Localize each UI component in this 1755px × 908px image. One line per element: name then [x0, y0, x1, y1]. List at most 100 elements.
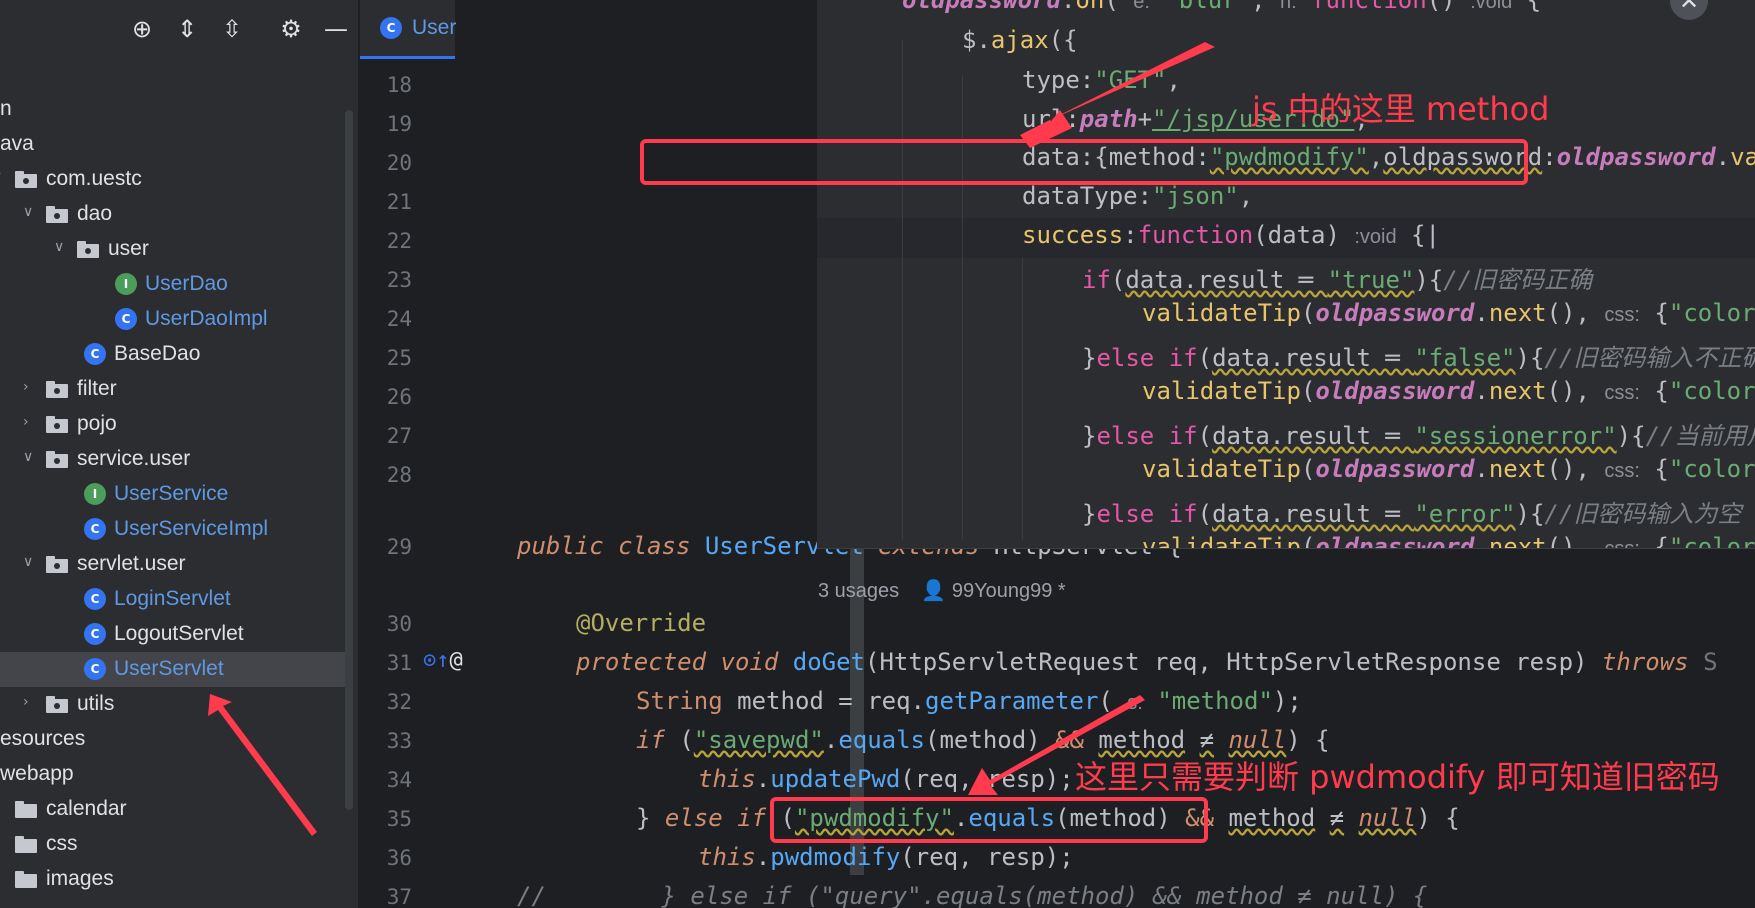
locate-icon[interactable]: ⊕: [127, 14, 157, 44]
tree-item-label: LoginServlet: [114, 587, 231, 610]
tab-userservlet[interactable]: C User: [360, 0, 456, 59]
tree-item[interactable]: › calendar: [0, 792, 345, 827]
tree-item[interactable]: › pojo: [0, 407, 345, 442]
folder-icon: [15, 836, 37, 853]
line-number: 29: [386, 535, 412, 559]
code-line: this.updatePwd(req, resp);: [698, 765, 1074, 793]
line-number: 21: [386, 190, 412, 214]
tree-item[interactable]: › utils: [0, 687, 345, 722]
line-number: 23: [386, 268, 412, 292]
tree-item-label: UserDaoImpl: [145, 307, 268, 330]
tree-item[interactable]: I UserDao: [0, 267, 345, 302]
tree-item[interactable]: C UserServlet: [0, 652, 345, 687]
chevron-down-icon[interactable]: ∨: [23, 555, 37, 569]
line-number: 25: [386, 346, 412, 370]
tree-item[interactable]: C UserServiceImpl: [0, 512, 345, 547]
highlight-box-js-data: [640, 139, 1528, 185]
tree-item[interactable]: ∨ servlet.user: [0, 547, 345, 582]
chevron-right-icon[interactable]: ›: [23, 695, 37, 709]
tree-item[interactable]: n: [0, 92, 345, 127]
usages-hint[interactable]: 3 usages 👤 99Young99 *: [818, 578, 1066, 603]
tree-item-label: LogoutServlet: [114, 622, 244, 645]
tree-item-label: dao: [77, 202, 113, 225]
line-number: 32: [386, 690, 412, 714]
tree-item-label: com.uestc: [46, 167, 142, 190]
hide-icon[interactable]: —: [321, 14, 351, 44]
class-icon: C: [84, 518, 106, 540]
code-line: validateTip(oldpassword.next(), css: {"c…: [1142, 533, 1755, 549]
override-marker-icon[interactable]: ⊙↑@: [423, 648, 463, 673]
code-line: this.pwdmodify(req, resp);: [698, 843, 1074, 871]
line-number: 22: [386, 229, 412, 253]
interface-icon: I: [115, 273, 137, 295]
tree-item[interactable]: C LogoutServlet: [0, 617, 345, 652]
package-icon: [77, 241, 99, 258]
code-line: }else if(data.result ═ "sessionerror"){/…: [1082, 422, 1755, 450]
chevron-down-icon[interactable]: ∨: [23, 205, 37, 219]
highlight-box-java-equals: [770, 797, 1208, 843]
chevron-right-icon[interactable]: ›: [0, 870, 6, 884]
line-number: 33: [386, 729, 412, 753]
tree-item-label: UserService: [114, 482, 229, 505]
tree-item[interactable]: › filter: [0, 372, 345, 407]
code-peek-popup[interactable]: oldpassword.on( e: "blur", n: function()…: [817, 0, 1755, 549]
indent-guide: [1022, 258, 1023, 540]
line-number: 24: [386, 307, 412, 331]
code-line: }else if(data.result ═ "error"){//旧密码输入为…: [1082, 500, 1742, 528]
tree-item[interactable]: ava: [0, 127, 345, 162]
tree-item[interactable]: ∨ com.uestc: [0, 162, 345, 197]
tree-item[interactable]: C LoginServlet: [0, 582, 345, 617]
tree-item-label: images: [46, 867, 114, 890]
tree-item-label: esources: [0, 727, 86, 750]
chevron-down-icon[interactable]: ∨: [23, 450, 37, 464]
line-number: 19: [386, 112, 412, 136]
tree-item[interactable]: ∨ dao: [0, 197, 345, 232]
code-line: String method = req.getParameter( s: "me…: [636, 687, 1302, 715]
chevron-down-icon[interactable]: ∨: [0, 170, 6, 184]
chevron-down-icon[interactable]: ∨: [54, 240, 68, 254]
chevron-right-icon[interactable]: ›: [0, 835, 6, 849]
sidebar-scrollbar[interactable]: [345, 110, 353, 810]
code-line: type:"GET",: [1022, 66, 1181, 94]
tree-item-label: user: [108, 237, 149, 260]
collapse-all-icon[interactable]: ⇳: [217, 14, 247, 44]
chevron-right-icon[interactable]: ›: [0, 800, 6, 814]
tree-item-label: UserDao: [145, 272, 228, 295]
tree-item[interactable]: I UserService: [0, 477, 345, 512]
package-icon: [15, 171, 37, 188]
code-line: $.ajax({: [962, 26, 1078, 54]
tree-item-label: pojo: [77, 412, 117, 435]
tree-item-label: calendar: [46, 797, 127, 820]
package-icon: [46, 206, 68, 223]
line-number: 20: [386, 151, 412, 175]
code-line: }else if(data.result ═ "false"){//旧密码输入不…: [1082, 344, 1755, 372]
class-icon: C: [380, 17, 402, 39]
tree-item[interactable]: C BaseDao: [0, 337, 345, 372]
gear-icon[interactable]: ⚙: [276, 14, 306, 44]
line-number: 26: [386, 385, 412, 409]
annotation-top: js 中的这里 method: [1252, 90, 1550, 128]
tree-item[interactable]: webapp: [0, 757, 345, 792]
code-line: @Override: [576, 609, 707, 637]
class-icon: C: [84, 623, 106, 645]
tree-item[interactable]: ∨ user: [0, 232, 345, 267]
sidebar-toolbar: ⊕ ⇕ ⇳ ⚙ —: [0, 0, 358, 62]
package-icon: [46, 381, 68, 398]
package-icon: [46, 556, 68, 573]
class-icon: C: [84, 588, 106, 610]
code-line: protected void doGet(HttpServletRequest …: [576, 648, 1718, 676]
tree-item[interactable]: esources: [0, 722, 345, 757]
package-icon: [46, 416, 68, 433]
class-icon: C: [84, 658, 106, 680]
tree-item[interactable]: › images: [0, 862, 345, 897]
expand-all-icon[interactable]: ⇕: [172, 14, 202, 44]
chevron-right-icon[interactable]: ›: [23, 380, 37, 394]
tree-item[interactable]: C UserDaoImpl: [0, 302, 345, 337]
code-line: if(data.result ═ "true"){//旧密码正确: [1082, 266, 1593, 294]
line-number: 37: [386, 885, 412, 908]
tree-item[interactable]: ∨ service.user: [0, 442, 345, 477]
chevron-right-icon[interactable]: ›: [23, 415, 37, 429]
tree-item[interactable]: › css: [0, 827, 345, 862]
tree-item-label: ava: [0, 132, 34, 155]
tree-item-label: n: [0, 97, 12, 120]
